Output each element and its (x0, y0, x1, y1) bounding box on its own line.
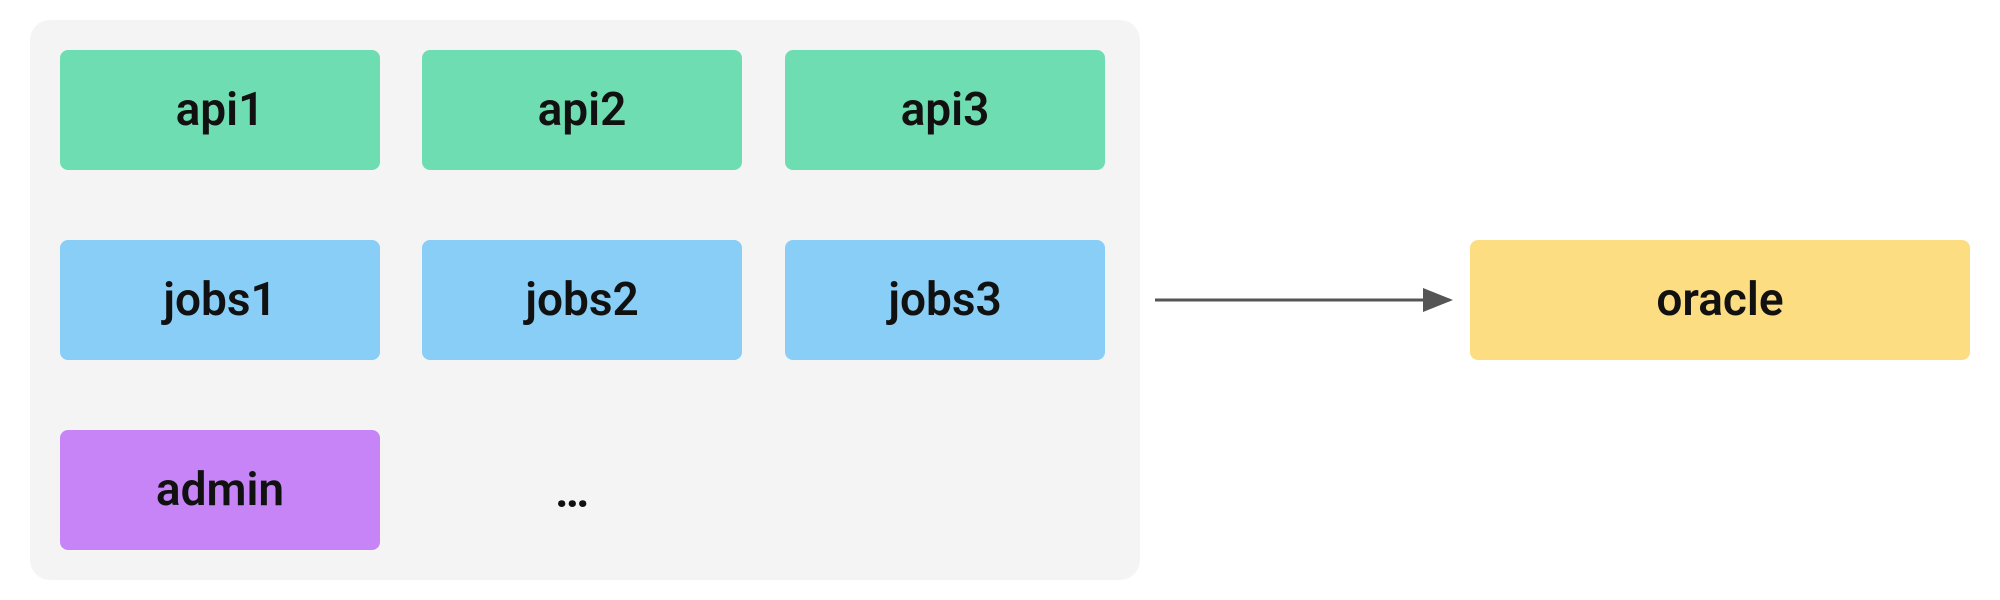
node-api1: api1 (60, 50, 380, 170)
node-jobs3: jobs3 (785, 240, 1105, 360)
arrow-icon (1150, 280, 1470, 320)
node-oracle: oracle (1470, 240, 1970, 360)
node-api2: api2 (422, 50, 742, 170)
node-admin: admin (60, 430, 380, 550)
ellipsis-label: … (555, 465, 589, 519)
node-jobs1: jobs1 (60, 240, 380, 360)
node-jobs2: jobs2 (422, 240, 742, 360)
node-api3: api3 (785, 50, 1105, 170)
